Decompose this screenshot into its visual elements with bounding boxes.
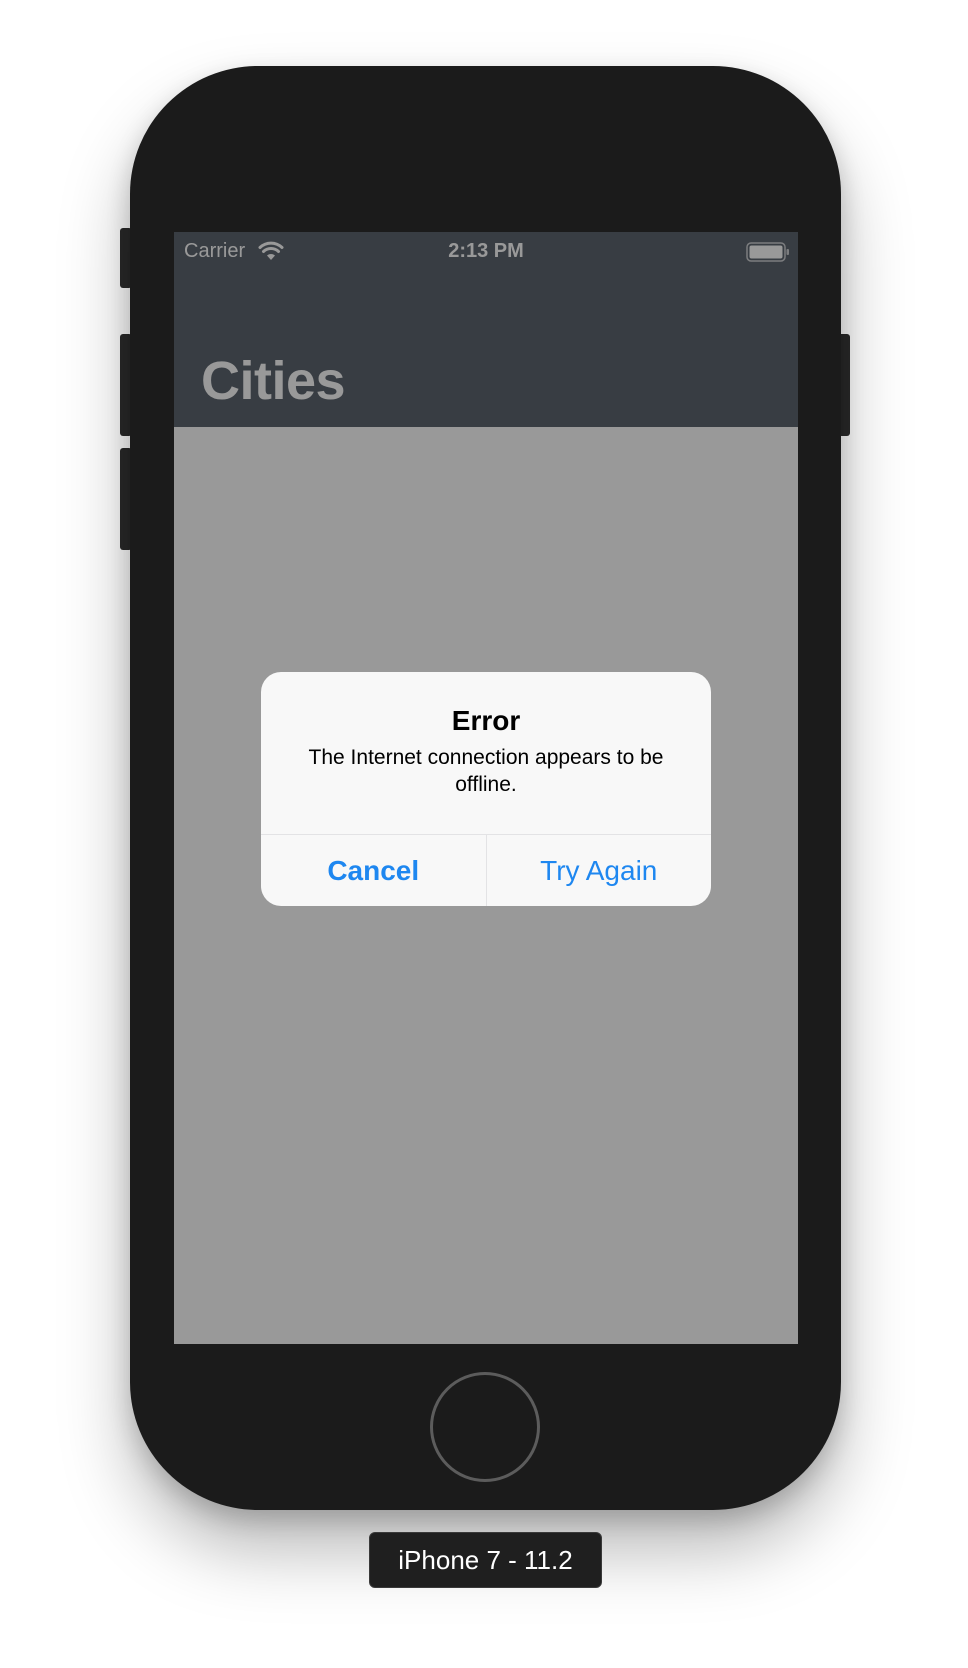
alert-actions: Cancel Try Again	[261, 834, 711, 906]
alert-message: The Internet connection appears to be of…	[308, 746, 664, 796]
simulator-stage: Carrier 2:13 PM Cities Error The Interne…	[0, 0, 968, 1668]
device-label: iPhone 7 - 11.2	[369, 1532, 602, 1588]
error-alert: Error The Internet connection appears to…	[261, 672, 711, 906]
device-screen: Carrier 2:13 PM Cities Error The Interne…	[174, 232, 798, 1344]
cancel-button[interactable]: Cancel	[261, 835, 486, 906]
try-again-button[interactable]: Try Again	[487, 835, 712, 906]
alert-title: Error	[451, 705, 521, 736]
home-button[interactable]	[430, 1372, 540, 1482]
